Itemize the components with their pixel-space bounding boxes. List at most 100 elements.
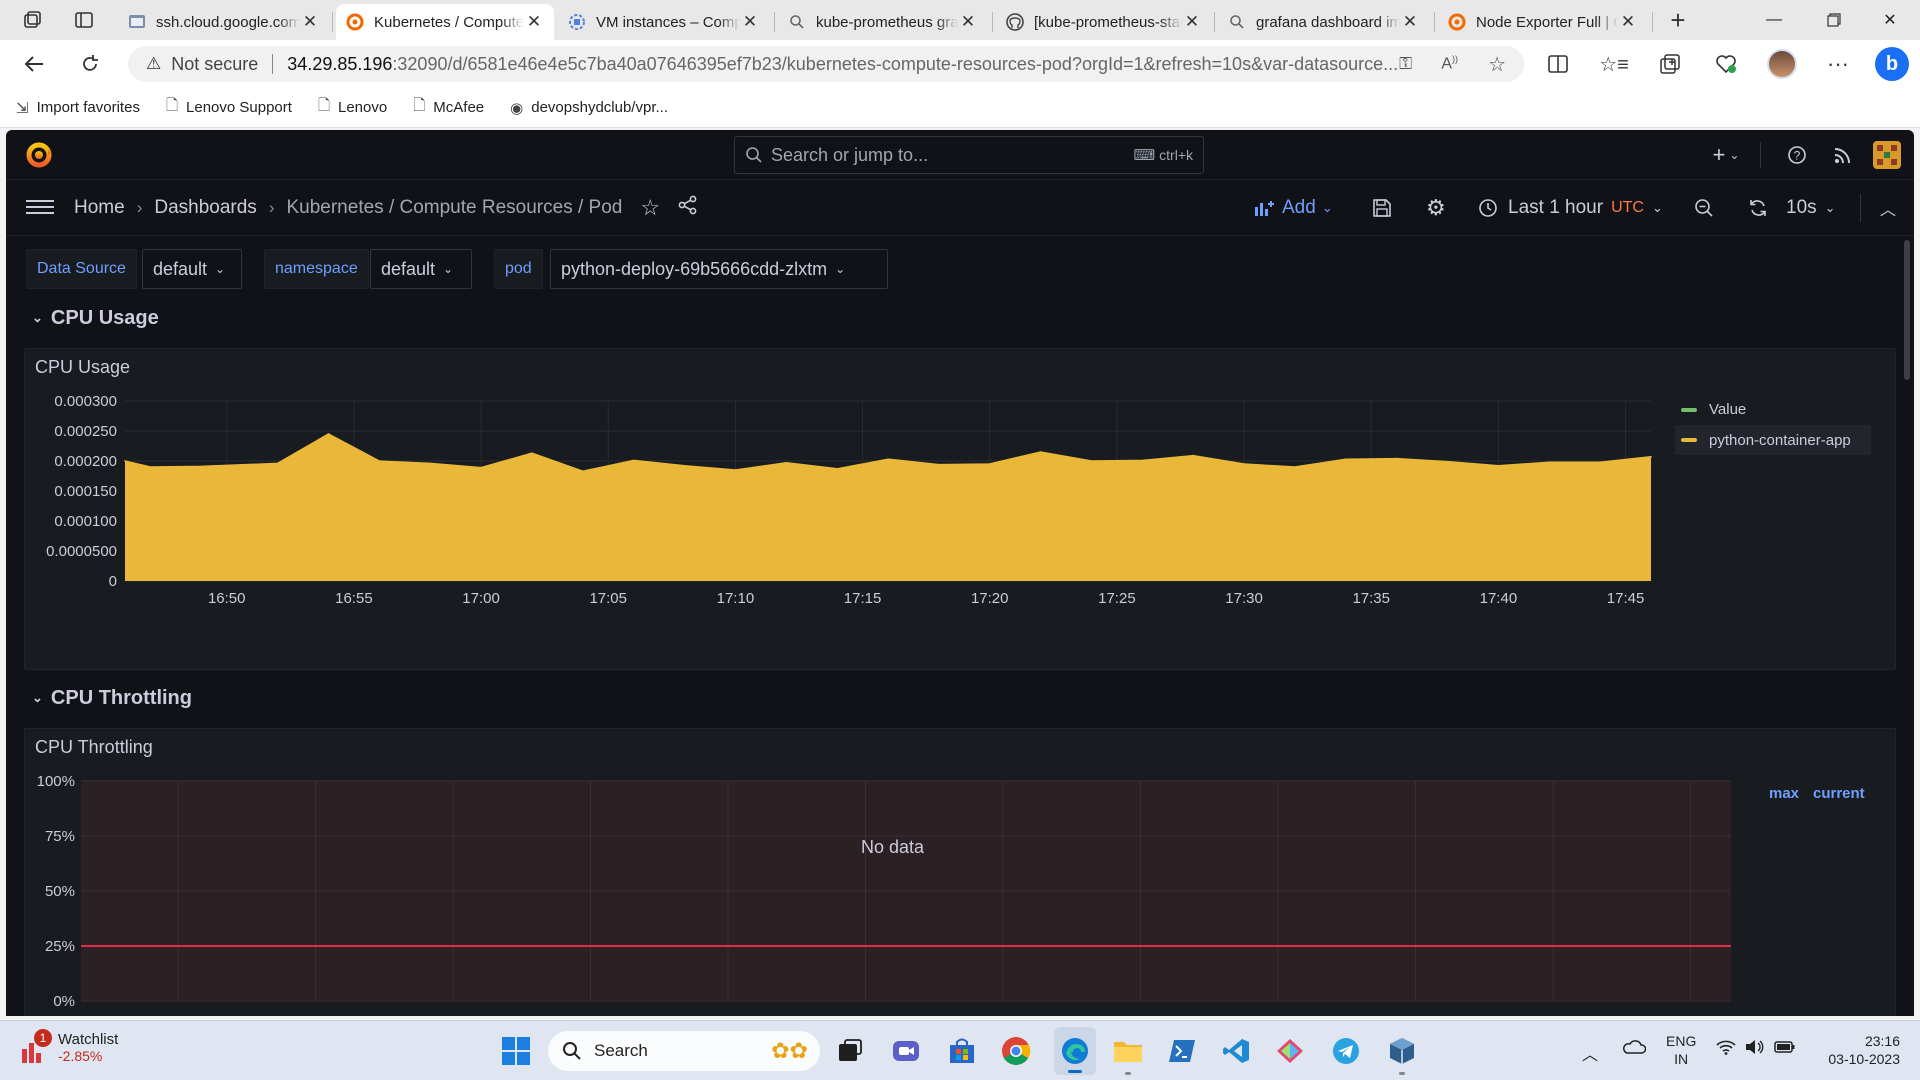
tab-actions-icon[interactable] (70, 8, 98, 32)
browser-tab-ssh[interactable]: ssh.cloud.google.com ✕ (118, 4, 330, 40)
close-tab-icon[interactable]: ✕ (1182, 12, 1202, 32)
browser-tab-grafana-pod[interactable]: Kubernetes / Compute Resources / Pod ✕ (336, 4, 554, 40)
chevron-up-icon[interactable]: ︿ (1880, 194, 1896, 222)
star-icon[interactable]: ☆ (640, 195, 660, 221)
legend-item-value[interactable]: Value (1681, 401, 1746, 418)
favorite-lenovo-support[interactable]: 🗋 Lenovo Support (166, 95, 292, 120)
powershell-icon[interactable] (1164, 1033, 1200, 1069)
profile-avatar[interactable] (1762, 44, 1802, 84)
row-cpu-throttling[interactable]: ⌄ CPU Throttling (32, 682, 192, 714)
not-secure-label[interactable]: Not secure (171, 54, 258, 75)
variable-select-pod[interactable]: python-deploy-69b5666cdd-zlxtm ⌄ (550, 249, 888, 289)
teams-chat-icon[interactable] (888, 1033, 924, 1069)
refresh-interval-picker[interactable]: 10s ⌄ (1786, 194, 1836, 222)
panel-cpu-usage[interactable]: CPU Usage 0 0.0000500 0.000100 0.000150 0.00… (24, 348, 1896, 670)
favorite-devopshydclub[interactable]: ◉ devopshydclub/vpr... (510, 99, 668, 117)
wifi-icon[interactable] (1716, 1039, 1736, 1058)
cpu-usage-chart[interactable]: 0 0.0000500 0.000100 0.000150 0.000200 0.0002… (25, 389, 1665, 669)
edge-icon[interactable] (1054, 1027, 1096, 1075)
legend-header-current[interactable]: current (1813, 785, 1865, 802)
split-screen-icon[interactable] (1538, 44, 1578, 84)
favorite-mcafee[interactable]: 🗋 McAfee (413, 95, 484, 120)
zoom-out-icon[interactable] (1694, 194, 1714, 222)
add-panel-button[interactable]: Add ⌄ (1254, 194, 1333, 222)
region-label: IN (1674, 1051, 1689, 1067)
close-window-button[interactable]: ✕ (1862, 0, 1918, 40)
copilot-icon[interactable]: b (1872, 44, 1912, 84)
show-hidden-icons[interactable]: ︿ (1582, 1041, 1598, 1065)
workspaces-icon[interactable] (18, 8, 46, 32)
help-icon[interactable]: ? (1782, 140, 1812, 170)
back-button[interactable] (14, 44, 54, 84)
clock[interactable]: 23:16 03-10-2023 (1812, 1032, 1900, 1068)
not-secure-warning-icon[interactable]: ⚠ (146, 54, 161, 74)
file-explorer-icon[interactable] (1110, 1033, 1146, 1075)
browser-essentials-icon[interactable] (1706, 44, 1746, 84)
news-feed-icon[interactable] (1828, 140, 1858, 170)
git-client-icon[interactable] (1272, 1033, 1308, 1069)
new-tab-button[interactable]: + (1662, 4, 1694, 36)
task-view-icon[interactable] (832, 1033, 868, 1069)
vscode-icon[interactable] (1218, 1033, 1254, 1069)
close-tab-icon[interactable]: ✕ (524, 12, 544, 32)
telegram-icon[interactable] (1328, 1033, 1364, 1069)
time-range-picker[interactable]: Last 1 hour UTC ⌄ (1478, 194, 1663, 222)
browser-tab-kube-prometheus-search[interactable]: kube-prometheus grafana ✕ (778, 4, 988, 40)
favorite-label: Import favorites (36, 99, 140, 116)
chrome-icon[interactable] (998, 1033, 1034, 1069)
grafana-dashboard-nav: Home › Dashboards › Kubernetes / Compute… (6, 180, 1914, 236)
share-icon[interactable] (678, 195, 698, 221)
browser-tab-github-stack[interactable]: [kube-prometheus-stack] ✕ (996, 4, 1212, 40)
browser-tab-node-exporter[interactable]: Node Exporter Full | Grafana Labs ✕ (1438, 4, 1648, 40)
close-tab-icon[interactable]: ✕ (1618, 12, 1638, 32)
cpu-throttling-chart[interactable]: 0% 25% 50% 75% 100% (25, 769, 1745, 1016)
onedrive-icon[interactable] (1622, 1039, 1647, 1058)
virtualbox-icon[interactable] (1384, 1033, 1420, 1075)
variable-select-namespace[interactable]: default ⌄ (370, 249, 472, 289)
panel-cpu-throttling[interactable]: CPU Throttling 0% 25% 50% 75% 100% No data m… (24, 728, 1896, 1016)
address-bar[interactable]: ⚠ Not secure 34.29.85.196:32090/d/6581e4… (128, 46, 1524, 82)
user-avatar[interactable] (1872, 140, 1902, 170)
legend-item-python-container-app[interactable]: python-container-app (1675, 425, 1871, 455)
favorite-lenovo[interactable]: 🗋 Lenovo (318, 95, 387, 120)
volume-icon[interactable] (1744, 1039, 1764, 1058)
taskbar-search[interactable]: Search ✿✿ (548, 1031, 820, 1071)
browser-tab-grafana-dashboard-search[interactable]: grafana dashboard import ✕ (1218, 4, 1430, 40)
language-indicator[interactable]: ENG IN (1666, 1032, 1696, 1068)
variable-select-datasource[interactable]: default ⌄ (142, 249, 242, 289)
minimize-button[interactable]: — (1746, 0, 1802, 40)
row-cpu-usage[interactable]: ⌄ CPU Usage (32, 302, 159, 334)
refresh-interval-label: 10s (1786, 197, 1817, 218)
favorite-import[interactable]: ⇲ Import favorites (16, 99, 140, 117)
battery-icon[interactable] (1774, 1039, 1796, 1058)
browser-tab-vm-instances[interactable]: VM instances – Compute Engine ✕ (558, 4, 770, 40)
favorite-star-icon[interactable]: ☆ (1488, 52, 1506, 77)
breadcrumb-home[interactable]: Home (74, 197, 125, 219)
favorites-icon[interactable]: ☆≡ (1594, 44, 1634, 84)
microsoft-store-icon[interactable] (944, 1033, 980, 1069)
dashboard-settings-icon[interactable]: ⚙ (1426, 194, 1446, 222)
close-tab-icon[interactable]: ✕ (958, 12, 978, 32)
menu-toggle-icon[interactable] (26, 196, 54, 220)
search-input[interactable]: Search or jump to... ⌨ ctrl+k (734, 136, 1204, 174)
save-dashboard-icon[interactable] (1372, 194, 1392, 222)
reload-button[interactable] (70, 44, 110, 84)
read-aloud-icon[interactable]: A)) (1441, 54, 1458, 73)
close-tab-icon[interactable]: ✕ (1400, 12, 1420, 32)
new-menu-button[interactable]: + ⌄ (1706, 140, 1746, 170)
data-point (1192, 454, 1194, 457)
collections-icon[interactable] (1650, 44, 1690, 84)
watchlist-widget[interactable]: 1 Watchlist -2.85% (20, 1029, 118, 1065)
breadcrumb-dashboards[interactable]: Dashboards (154, 197, 256, 219)
close-tab-icon[interactable]: ✕ (300, 12, 320, 32)
more-options-icon[interactable]: ··· (1818, 44, 1858, 84)
scrollbar-thumb[interactable] (1904, 240, 1910, 380)
refresh-icon[interactable] (1748, 194, 1768, 222)
data-point (124, 460, 126, 462)
key-icon[interactable]: ⚿ (1399, 54, 1412, 74)
start-button[interactable] (498, 1033, 534, 1069)
close-tab-icon[interactable]: ✕ (740, 12, 760, 32)
grafana-logo-icon[interactable] (24, 140, 54, 170)
legend-header-max[interactable]: max (1769, 785, 1799, 802)
restore-button[interactable] (1806, 0, 1862, 40)
